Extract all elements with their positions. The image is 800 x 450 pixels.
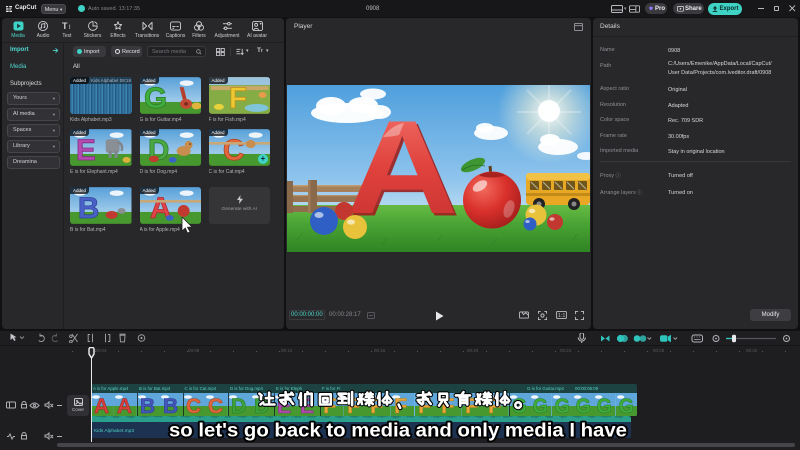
svg-text:so let's go back to media and: so let's go back to media and only media… <box>169 420 627 442</box>
svg-text:G: G <box>143 82 166 114</box>
svg-text:I: I <box>68 24 70 31</box>
svg-text:T: T <box>62 21 68 31</box>
svg-text:B: B <box>78 192 100 224</box>
svg-text:F: F <box>228 82 246 114</box>
svg-text:C: C <box>222 134 244 166</box>
svg-text:1:1: 1:1 <box>558 313 565 319</box>
svg-text:E: E <box>76 134 96 166</box>
